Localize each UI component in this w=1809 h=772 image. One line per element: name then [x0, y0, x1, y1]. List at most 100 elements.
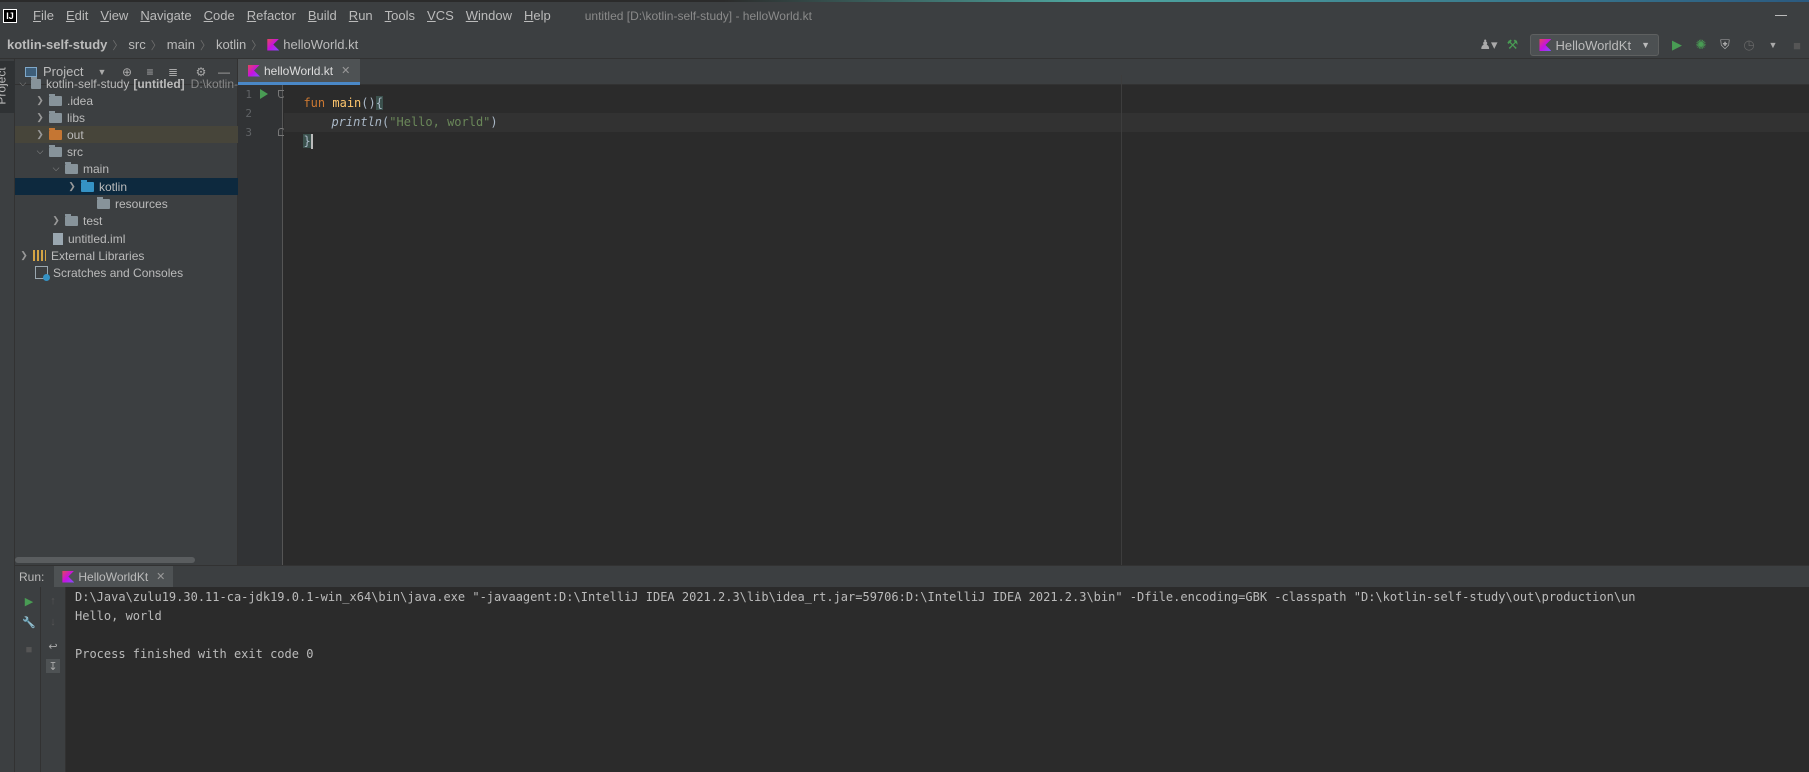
tree-item-kotlin[interactable]: ❯ kotlin — [15, 178, 238, 195]
close-paren: ) — [490, 115, 498, 129]
tree-root-module: [untitled] — [133, 76, 185, 91]
rerun-icon[interactable]: ▶ — [22, 594, 36, 608]
line-number: 1 — [245, 88, 252, 101]
folder-icon — [65, 161, 78, 174]
project-tool-tab[interactable]: Project — [0, 61, 15, 113]
title-bar: IJ File Edit View Navigate Code Refactor… — [0, 0, 1809, 31]
code-line-1: fun main(){ — [289, 75, 383, 110]
project-tool-tab-label: Project — [0, 67, 9, 105]
library-icon — [33, 250, 46, 261]
breadcrumb-project[interactable]: kotlin-self-study — [7, 37, 107, 52]
tree-item-main[interactable]: ⌵ main — [15, 160, 238, 177]
tree-item-label: untitled.iml — [68, 231, 126, 246]
folder-icon — [49, 110, 62, 123]
menu-view[interactable]: View — [94, 8, 134, 23]
run-toolbar: ♟▾ ⚒ HelloWorldKt ▼ ▶ ✺ ⛨ ◷ ▼ ■ — [1476, 31, 1809, 59]
run-panel-header: Run: HelloWorldKt ✕ — [15, 565, 1809, 588]
tree-item-label: .idea — [67, 93, 94, 108]
menu-vcs[interactable]: VCS — [421, 8, 460, 23]
code-editor[interactable] — [284, 85, 1809, 565]
close-icon[interactable]: ✕ — [156, 570, 165, 583]
current-line-highlight — [284, 113, 1809, 132]
wrench-icon[interactable]: 🔧 — [22, 615, 36, 629]
run-tab-label: HelloWorldKt — [78, 569, 149, 584]
expanded-chevron-icon: ⌵ — [52, 163, 60, 173]
project-horizontal-scrollbar[interactable] — [15, 557, 195, 563]
right-margin-guide — [1121, 75, 1122, 565]
tree-item-idea[interactable]: ❯ .idea — [15, 92, 238, 109]
tree-item-out[interactable]: ❯ out — [15, 126, 238, 143]
stop-icon[interactable]: ■ — [22, 643, 36, 657]
title-accent-line — [0, 0, 1809, 2]
collapsed-chevron-icon: ❯ — [36, 112, 44, 122]
stop-icon[interactable]: ■ — [1789, 37, 1805, 53]
run-tab-helloworldkt[interactable]: HelloWorldKt ✕ — [54, 565, 174, 588]
line-number: 3 — [245, 126, 252, 139]
console-line-command: D:\Java\zulu19.30.11-ca-jdk19.0.1-win_x6… — [75, 590, 1636, 604]
menu-edit[interactable]: Edit — [60, 8, 94, 23]
tree-item-src[interactable]: ⌵ src — [15, 143, 238, 160]
kotlin-file-icon — [267, 38, 280, 51]
more-chevron-icon[interactable]: ▼ — [1765, 37, 1781, 53]
scroll-to-end-icon[interactable]: ↧ — [46, 659, 60, 673]
breadcrumb-main[interactable]: main — [167, 37, 195, 52]
up-arrow-icon[interactable]: ↑ — [46, 594, 60, 608]
menu-run[interactable]: Run — [343, 8, 379, 23]
tree-item-label: test — [83, 213, 103, 228]
tree-item-iml[interactable]: untitled.iml — [15, 230, 238, 247]
tree-item-label: kotlin — [99, 179, 128, 194]
tree-root[interactable]: ⌵ kotlin-self-study [untitled] D:\kotlin… — [15, 75, 238, 92]
run-configuration-dropdown[interactable]: HelloWorldKt ▼ — [1530, 34, 1659, 56]
tree-item-libs[interactable]: ❯ libs — [15, 109, 238, 126]
text-caret — [310, 134, 313, 149]
close-brace: } — [303, 134, 311, 148]
string-literal: "Hello, world" — [389, 115, 491, 129]
run-panel-label: Run: — [19, 569, 45, 584]
tree-item-label: resources — [115, 196, 168, 211]
tree-item-resources[interactable]: resources — [15, 195, 238, 212]
breadcrumb-kotlin[interactable]: kotlin — [216, 37, 246, 52]
breadcrumb-file[interactable]: helloWorld.kt — [267, 37, 358, 52]
tree-item-external-libraries[interactable]: ❯ External Libraries — [15, 247, 238, 264]
menu-build[interactable]: Build — [302, 8, 343, 23]
tree-item-scratches[interactable]: Scratches and Consoles — [15, 264, 238, 281]
run-toolbar-right: ↑ ↓ ↩ ↧ — [41, 587, 66, 772]
tree-item-label: out — [67, 127, 84, 142]
kotlin-file-icon — [248, 64, 260, 77]
debug-icon[interactable]: ✺ — [1693, 37, 1709, 53]
menu-file[interactable]: File — [27, 8, 60, 23]
run-gutter-icon[interactable] — [260, 89, 268, 99]
breadcrumb-src[interactable]: src — [128, 37, 145, 52]
menu-help[interactable]: Help — [518, 8, 557, 23]
tree-item-test[interactable]: ❯ test — [15, 212, 238, 229]
expanded-chevron-icon: ⌵ — [36, 146, 44, 156]
menu-tools[interactable]: Tools — [379, 8, 421, 23]
collapsed-chevron-icon: ❯ — [36, 129, 44, 139]
breadcrumb-chevron-icon: 〉 — [150, 39, 162, 52]
folder-icon — [65, 213, 78, 226]
menu-window[interactable]: Window — [460, 8, 518, 23]
run-configuration-label: HelloWorldKt — [1555, 37, 1632, 53]
chevron-down-icon: ▼ — [1641, 40, 1650, 50]
kotlin-config-icon — [1539, 39, 1552, 51]
tree-item-label: libs — [67, 110, 86, 125]
window-title: untitled [D:\kotlin-self-study] - helloW… — [584, 8, 812, 23]
collapsed-chevron-icon: ❯ — [36, 95, 44, 105]
menu-navigate[interactable]: Navigate — [134, 8, 197, 23]
collapsed-chevron-icon: ❯ — [52, 215, 60, 225]
run-icon[interactable]: ▶ — [1669, 37, 1685, 53]
module-folder-icon — [30, 76, 41, 89]
user-icon[interactable]: ♟▾ — [1479, 37, 1497, 53]
profile-icon[interactable]: ◷ — [1741, 37, 1757, 53]
editor-gutter: 1 2 3 — [238, 85, 285, 565]
menu-code[interactable]: Code — [198, 8, 241, 23]
coverage-icon[interactable]: ⛨ — [1717, 37, 1733, 53]
code-line-2: println("Hello, world") — [289, 94, 497, 129]
down-arrow-icon[interactable]: ↓ — [46, 615, 60, 629]
minimize-button[interactable] — [1775, 15, 1787, 16]
resources-folder-icon — [97, 196, 110, 209]
tree-item-label: External Libraries — [51, 248, 145, 263]
soft-wrap-icon[interactable]: ↩ — [46, 639, 60, 653]
build-hammer-icon[interactable]: ⚒ — [1504, 37, 1520, 53]
menu-refactor[interactable]: Refactor — [241, 8, 302, 23]
